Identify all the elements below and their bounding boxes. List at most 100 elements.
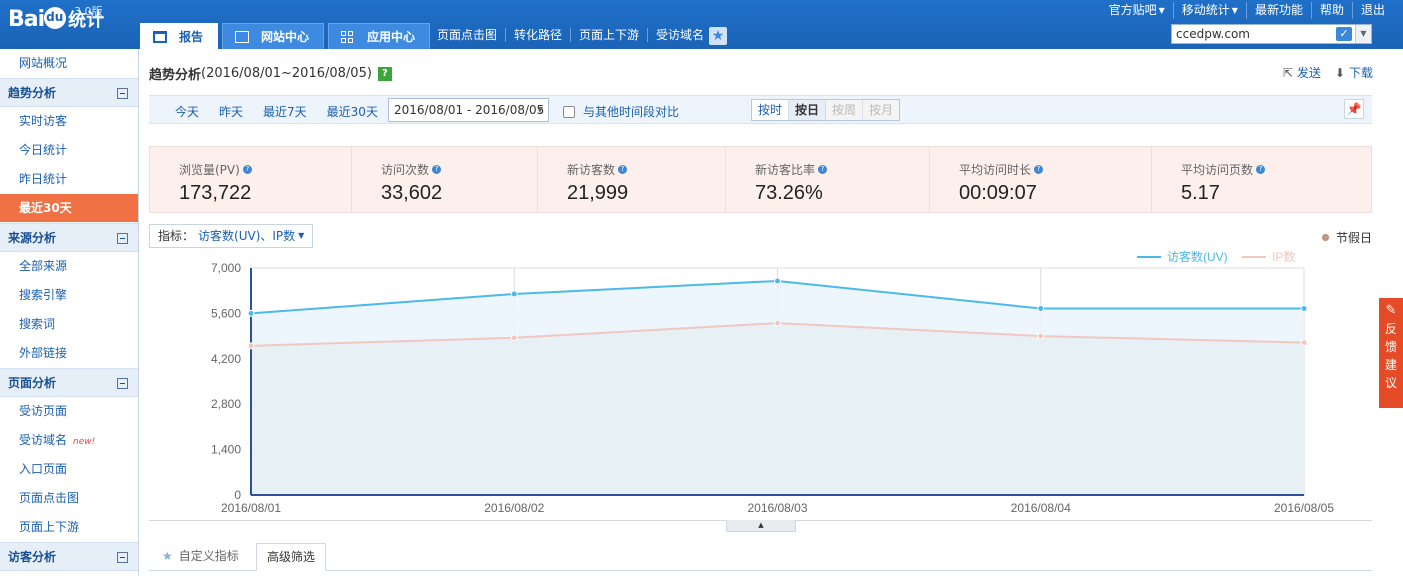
quick-range-links: 今天 昨天 最近7天 最近30天 xyxy=(175,103,398,120)
summary-metrics: 浏览量(PV)? 173,722 访问次数? 33,602 新访客数? 21,9… xyxy=(149,146,1372,213)
sidebar-group-trend[interactable]: 趋势分析 xyxy=(0,78,138,107)
tab-report[interactable]: 报告 xyxy=(140,23,219,49)
baidu-tongji-logo[interactable]: Bai统计 3.0版 xyxy=(8,5,104,32)
indicator-value: 访客数(UV)、IP数 xyxy=(198,229,296,243)
data-point-ip xyxy=(510,334,518,342)
trend-chart-svg: 0 1,400 2,800 4,200 5,600 7,000 2016/08/01 2016… xyxy=(211,249,1334,515)
help-icon[interactable]: ? xyxy=(618,165,628,174)
sidebar-item-yesterday[interactable]: 昨日统计 xyxy=(0,165,138,194)
nav-link-visited-domains[interactable]: 受访域名 xyxy=(647,28,712,42)
range-last-7-days[interactable]: 最近7天 xyxy=(263,103,307,120)
y-tick-label: 7,000 xyxy=(211,261,241,275)
site-select[interactable]: ccedpw.com ✓ ▼ xyxy=(1171,24,1372,44)
nav-link-page-flow[interactable]: 页面上下游 xyxy=(570,28,647,42)
top-link-mobile[interactable]: 移动统计 ▼ xyxy=(1172,2,1246,19)
tab-custom-metrics[interactable]: ★ 自定义指标 xyxy=(152,543,249,571)
sidebar-item-page-flow[interactable]: 页面上下游 xyxy=(0,513,138,542)
help-icon[interactable]: ? xyxy=(1034,165,1044,174)
top-link-help[interactable]: 帮助 xyxy=(1310,2,1352,19)
tab-advanced-filter[interactable]: 高级筛选 xyxy=(256,543,327,571)
chevron-down-icon: ▼ xyxy=(536,105,543,114)
sidebar-item-realtime[interactable]: 实时访客 xyxy=(0,107,138,136)
collapse-icon[interactable] xyxy=(117,378,128,389)
feedback-label: 反馈建议 xyxy=(1384,322,1397,390)
metric-avg-duration: 平均访问时长? 00:09:07 xyxy=(930,147,1152,212)
pin-icon[interactable]: 📌 xyxy=(1344,99,1364,119)
granularity-day[interactable]: 按日 xyxy=(788,100,826,120)
tab-site-center[interactable]: 网站中心 xyxy=(222,23,325,49)
top-link-logout[interactable]: 退出 xyxy=(1351,2,1393,19)
nav-link-heatmap[interactable]: 页面点击图 xyxy=(437,28,505,42)
sidebar-item-visited-domains[interactable]: 受访域名 new! xyxy=(0,426,138,455)
sidebar-group-title: 页面分析 xyxy=(8,376,57,390)
range-last-30-days[interactable]: 最近30天 xyxy=(327,103,378,120)
page-title-main: 趋势分析 xyxy=(149,68,202,83)
sidebar-item-last-30-days[interactable]: 最近30天 xyxy=(0,194,138,223)
date-range-picker[interactable]: 2016/08/01 - 2016/08/05 ▼ xyxy=(388,98,549,122)
check-icon[interactable]: ✓ xyxy=(1336,27,1352,41)
star-icon[interactable]: ★ xyxy=(709,27,727,45)
y-tick-label: 2,800 xyxy=(211,397,241,411)
data-point-ip xyxy=(247,342,255,350)
granularity-switch: 按时 按日 按周 按月 xyxy=(751,99,901,121)
range-today[interactable]: 今天 xyxy=(175,103,199,120)
tab-label: 自定义指标 xyxy=(178,549,239,563)
metric-pv: 浏览量(PV)? 173,722 xyxy=(150,147,352,212)
sidebar-group-pages[interactable]: 页面分析 xyxy=(0,368,138,397)
holiday-label: 节假日 xyxy=(1335,231,1372,245)
feedback-button[interactable]: ✎ 反馈建议 xyxy=(1379,298,1403,408)
collapse-icon[interactable] xyxy=(117,88,128,99)
metric-label: 新访客比率 xyxy=(755,163,816,177)
indicator-label: 指标： xyxy=(158,229,195,243)
collapse-icon[interactable] xyxy=(117,552,128,563)
legend-label: IP数 xyxy=(1272,249,1295,264)
sidebar-group-visitors[interactable]: 访客分析 xyxy=(0,542,138,571)
help-icon[interactable]: ? xyxy=(432,165,442,174)
collapse-chart-button[interactable]: ▲ xyxy=(726,520,796,532)
sidebar-group-title: 访客分析 xyxy=(8,550,57,564)
granularity-hour[interactable]: 按时 xyxy=(752,100,788,120)
data-point-uv xyxy=(1300,305,1308,313)
sidebar-item-visited-pages[interactable]: 受访页面 xyxy=(0,397,138,426)
tab-app-center[interactable]: 应用中心 xyxy=(328,23,431,49)
help-icon[interactable]: ? xyxy=(377,66,392,81)
sidebar-item-overview[interactable]: 网站概况 xyxy=(0,49,138,78)
edit-icon xyxy=(235,30,250,43)
sidebar-item-search-terms[interactable]: 搜索词 xyxy=(0,310,138,339)
metric-value: 33,602 xyxy=(381,182,443,204)
sidebar-item-entry-pages[interactable]: 入口页面 xyxy=(0,455,138,484)
collapse-icon[interactable] xyxy=(117,233,128,244)
sidebar-item-today[interactable]: 今日统计 xyxy=(0,136,138,165)
help-icon[interactable]: ? xyxy=(1256,165,1266,174)
sidebar-item-heatmap[interactable]: 页面点击图 xyxy=(0,484,138,513)
chevron-down-icon[interactable]: ▼ xyxy=(1355,25,1371,43)
send-button[interactable]: ⇱ 发送 xyxy=(1283,64,1321,81)
compare-checkbox[interactable] xyxy=(563,105,575,118)
nav-link-conversion-path[interactable]: 转化路径 xyxy=(505,28,570,42)
top-links: 官方贴吧 ▼ 移动统计 ▼ 最新功能 帮助 退出 xyxy=(1101,2,1393,19)
report-icon xyxy=(153,30,167,43)
metric-new-visitors: 新访客数? 21,999 xyxy=(538,147,726,212)
compare-toggle[interactable]: 与其他时间段对比 xyxy=(563,103,679,120)
help-icon[interactable]: ? xyxy=(242,165,252,174)
y-tick-label: 0 xyxy=(234,488,241,502)
holiday-dot-icon xyxy=(1321,234,1329,241)
sidebar-group-source[interactable]: 来源分析 xyxy=(0,223,138,252)
tab-label: 网站中心 xyxy=(261,29,310,44)
sidebar-item-all-sources[interactable]: 全部来源 xyxy=(0,252,138,281)
top-link-tieba[interactable]: 官方贴吧 ▼ xyxy=(1101,2,1173,19)
range-yesterday[interactable]: 昨天 xyxy=(219,103,243,120)
metric-label: 浏览量(PV) xyxy=(179,163,240,177)
metric-visits: 访问次数? 33,602 xyxy=(352,147,538,212)
help-icon[interactable]: ? xyxy=(818,165,828,174)
data-point-uv xyxy=(1037,305,1045,313)
sidebar-group-title: 来源分析 xyxy=(8,231,57,245)
granularity-month: 按月 xyxy=(862,100,900,120)
sidebar-item-external-links[interactable]: 外部链接 xyxy=(0,339,138,368)
sidebar-item-search-engines[interactable]: 搜索引擎 xyxy=(0,281,138,310)
top-link-new-features[interactable]: 最新功能 xyxy=(1245,2,1311,19)
main-tabs: 报告 网站中心 应用中心 xyxy=(140,23,434,49)
download-button[interactable]: ⬇ 下载 xyxy=(1335,64,1373,81)
sidebar-item-label: 受访域名 xyxy=(19,433,68,447)
site-select-value: ccedpw.com xyxy=(1176,27,1250,41)
